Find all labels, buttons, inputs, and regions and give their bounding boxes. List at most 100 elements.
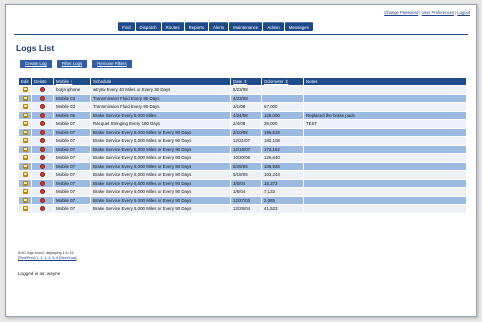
table-row: Mobile 07 Brake Service Every 5,000 Miles… bbox=[18, 127, 467, 137]
table-row: Mobile 07 Brake Service Every 5,000 Miles… bbox=[18, 195, 467, 205]
delete-cell[interactable] bbox=[31, 93, 54, 103]
col-date-sort[interactable]: Date ⇕ bbox=[230, 77, 262, 86]
table-row: Mobile 07 Brake Service Every 5,000 Miles… bbox=[18, 204, 467, 214]
odometer-cell: 35,000 bbox=[261, 119, 304, 129]
delete-cell[interactable] bbox=[31, 136, 54, 146]
odometer-cell: 106,926 bbox=[261, 161, 304, 171]
col-notes: Notes bbox=[303, 77, 467, 86]
nav-routes[interactable]: Routes bbox=[161, 22, 184, 31]
delete-icon[interactable] bbox=[40, 155, 45, 161]
edit-cell[interactable] bbox=[18, 170, 32, 180]
edit-cell[interactable] bbox=[18, 178, 32, 188]
delete-cell[interactable] bbox=[31, 144, 54, 154]
logout-link[interactable]: Logout bbox=[457, 10, 470, 15]
delete-icon[interactable] bbox=[40, 197, 45, 203]
edit-cell[interactable] bbox=[18, 110, 32, 120]
delete-cell[interactable] bbox=[31, 204, 54, 214]
change-password-link[interactable]: Change Password bbox=[384, 10, 418, 15]
date-cell: 12/16/07 bbox=[230, 144, 262, 154]
delete-icon[interactable] bbox=[40, 129, 45, 135]
nav-maintenance[interactable]: Maintenance bbox=[229, 22, 263, 31]
user-preferences-link[interactable]: User Preferences bbox=[422, 10, 455, 15]
edit-cell[interactable] bbox=[18, 85, 32, 95]
edit-cell[interactable] bbox=[18, 161, 32, 171]
delete-cell[interactable] bbox=[31, 161, 54, 171]
schedule-cell: Brake Service Every 5,000 Miles bbox=[90, 110, 231, 120]
table-row: Mobile 07 Racquet Stringing Every 180 Day… bbox=[18, 119, 467, 129]
edit-icon[interactable] bbox=[22, 146, 28, 152]
delete-icon[interactable] bbox=[40, 121, 45, 127]
odometer-cell: 103,244 bbox=[261, 170, 304, 180]
edit-cell[interactable] bbox=[18, 144, 32, 154]
col-mobile-sort[interactable]: Mobile ↑ bbox=[53, 77, 91, 86]
edit-cell[interactable] bbox=[18, 187, 32, 197]
edit-icon[interactable] bbox=[22, 189, 28, 195]
edit-icon[interactable] bbox=[22, 121, 28, 127]
edit-icon[interactable] bbox=[22, 206, 28, 212]
nav-reports[interactable]: Reports bbox=[184, 22, 208, 31]
delete-cell[interactable] bbox=[31, 187, 54, 197]
delete-icon[interactable] bbox=[40, 138, 45, 144]
edit-icon[interactable] bbox=[22, 180, 28, 186]
edit-icon[interactable] bbox=[22, 163, 28, 169]
delete-cell[interactable] bbox=[31, 110, 54, 120]
edit-icon[interactable] bbox=[22, 95, 28, 101]
mobile-cell: Mobile 07 bbox=[53, 178, 91, 188]
mobile-cell: Mobile 07 bbox=[53, 187, 91, 197]
edit-cell[interactable] bbox=[18, 102, 32, 112]
delete-icon[interactable] bbox=[40, 112, 45, 118]
nav-alerts[interactable]: Alerts bbox=[208, 22, 229, 31]
edit-cell[interactable] bbox=[18, 136, 32, 146]
delete-icon[interactable] bbox=[40, 146, 45, 152]
notes-cell bbox=[303, 93, 467, 103]
edit-icon[interactable] bbox=[22, 112, 28, 118]
edit-icon[interactable] bbox=[22, 129, 28, 135]
delete-icon[interactable] bbox=[40, 189, 45, 195]
notes-cell bbox=[303, 187, 467, 197]
filter-logs-button[interactable]: Filter Logs bbox=[56, 60, 88, 68]
edit-cell[interactable] bbox=[18, 119, 32, 129]
edit-icon[interactable] bbox=[22, 138, 28, 144]
delete-icon[interactable] bbox=[40, 172, 45, 178]
nav-find[interactable]: Find bbox=[118, 22, 135, 31]
page-links[interactable]: [First/Prev] 1, 2, 3, 4, 5, 6 [Next/Last… bbox=[18, 256, 77, 261]
delete-cell[interactable] bbox=[31, 127, 54, 137]
edit-cell[interactable] bbox=[18, 195, 32, 205]
delete-cell[interactable] bbox=[31, 85, 54, 95]
edit-cell[interactable] bbox=[18, 127, 32, 137]
table-row: Mobile 07 Brake Service Every 5,000 Miles… bbox=[18, 153, 467, 163]
delete-cell[interactable] bbox=[31, 170, 54, 180]
delete-cell[interactable] bbox=[31, 119, 54, 129]
col-schedule: Schedule bbox=[90, 77, 231, 86]
remove-filters-button[interactable]: Remove Filters bbox=[92, 60, 132, 68]
schedule-cell: Brake Service Every 5,000 Miles or Every… bbox=[90, 170, 231, 180]
edit-icon[interactable] bbox=[22, 172, 28, 178]
nav-messages[interactable]: Messages bbox=[284, 22, 313, 31]
edit-icon[interactable] bbox=[22, 155, 28, 161]
delete-icon[interactable] bbox=[40, 163, 45, 169]
notes-cell bbox=[303, 85, 467, 95]
create-log-button[interactable]: Create Log bbox=[20, 60, 52, 68]
delete-icon[interactable] bbox=[40, 95, 45, 101]
nav-admin[interactable]: Admin bbox=[263, 22, 284, 31]
edit-icon[interactable] bbox=[22, 104, 28, 110]
delete-cell[interactable] bbox=[31, 195, 54, 205]
mobile-cell: Mobile 05 bbox=[53, 110, 91, 120]
delete-icon[interactable] bbox=[40, 180, 45, 186]
col-odometer-sort[interactable]: Odometer ⇕ bbox=[261, 77, 304, 86]
date-cell: 5/23/08 bbox=[230, 85, 262, 95]
edit-cell[interactable] bbox=[18, 93, 32, 103]
schedule-cell: wtrytw Every 40 Miles or Every 30 Days bbox=[90, 85, 231, 95]
delete-icon[interactable] bbox=[40, 87, 45, 93]
nav-dispatch[interactable]: Dispatch bbox=[135, 22, 161, 31]
edit-cell[interactable] bbox=[18, 204, 32, 214]
delete-cell[interactable] bbox=[31, 153, 54, 163]
delete-icon[interactable] bbox=[40, 104, 45, 110]
delete-cell[interactable] bbox=[31, 178, 54, 188]
odometer-cell: 125,000 bbox=[261, 110, 304, 120]
edit-icon[interactable] bbox=[22, 197, 28, 203]
delete-icon[interactable] bbox=[40, 206, 45, 212]
edit-icon[interactable] bbox=[22, 87, 28, 93]
edit-cell[interactable] bbox=[18, 153, 32, 163]
delete-cell[interactable] bbox=[31, 102, 54, 112]
